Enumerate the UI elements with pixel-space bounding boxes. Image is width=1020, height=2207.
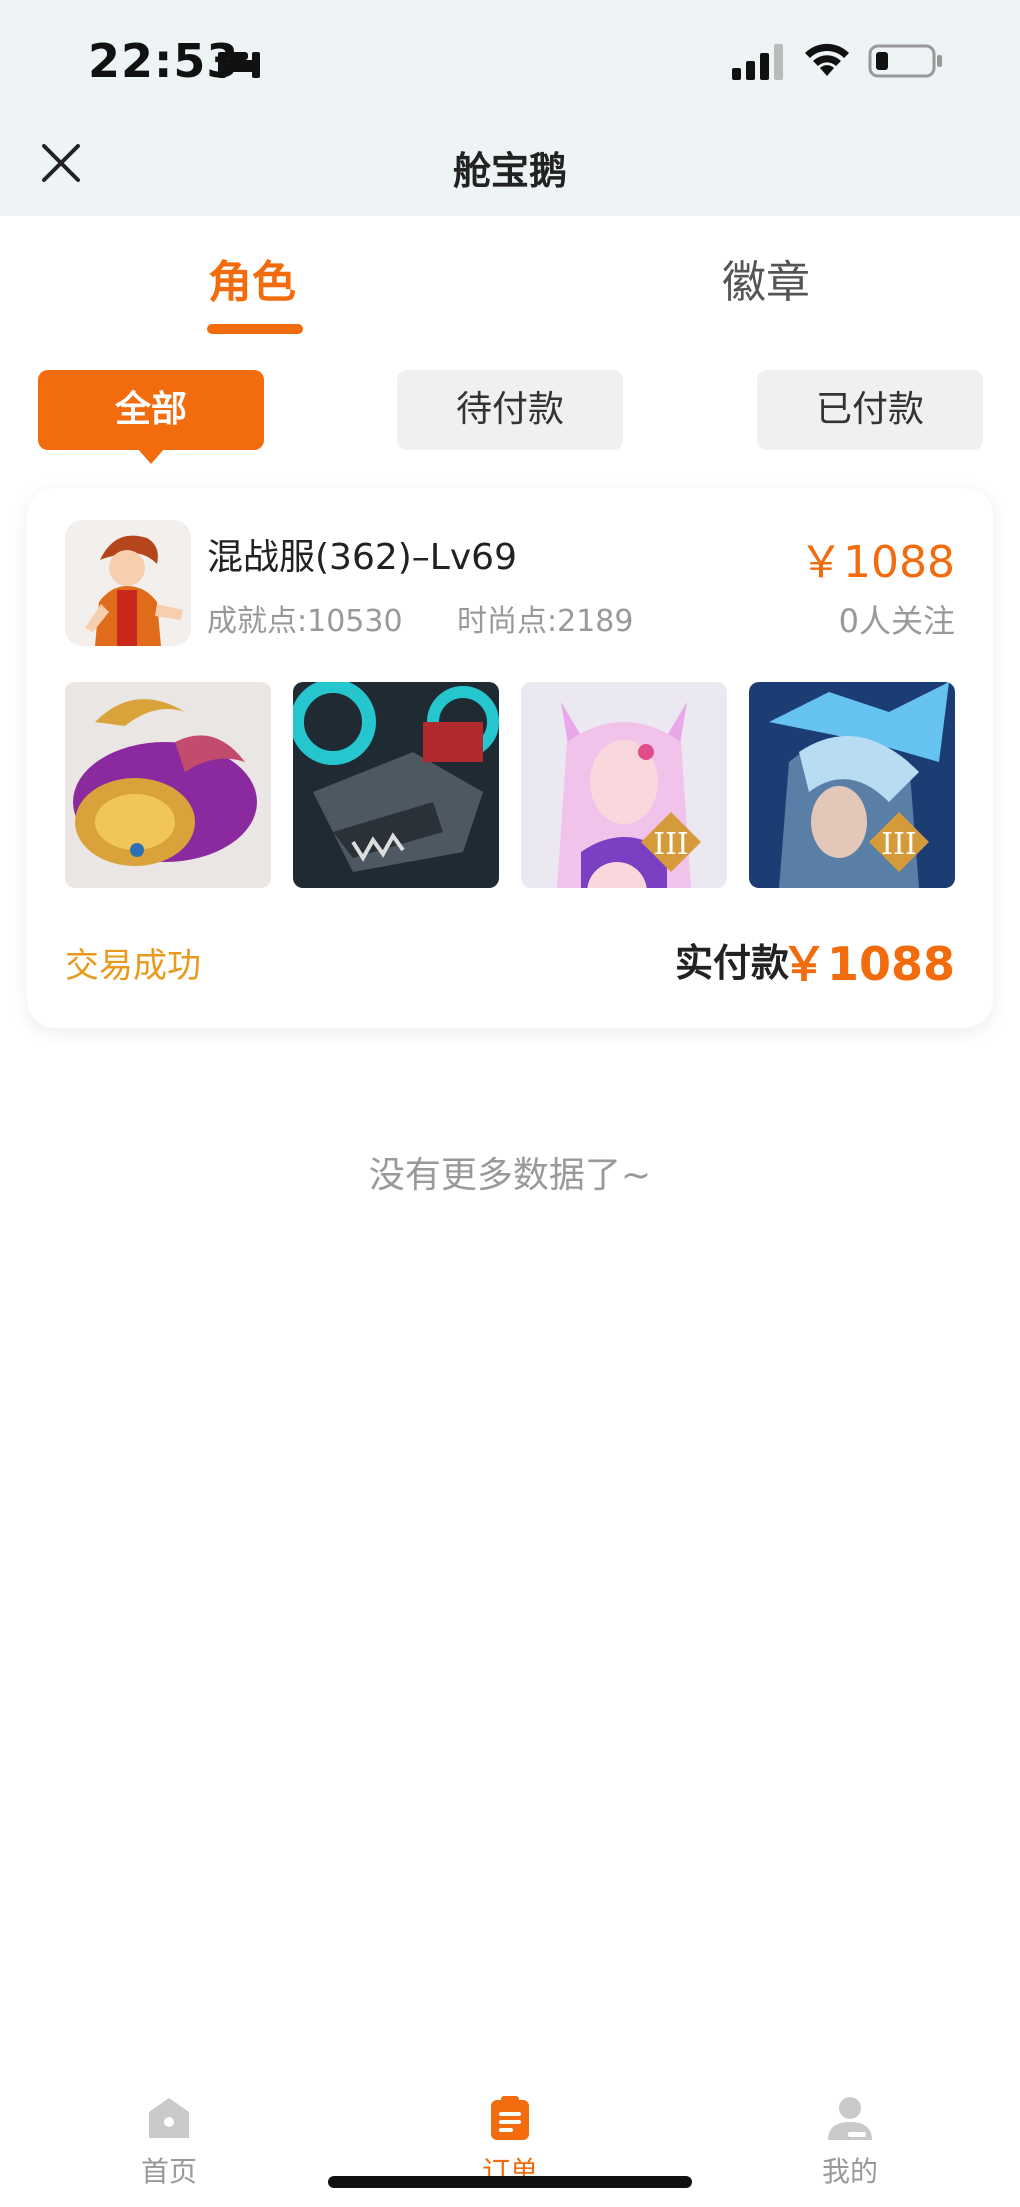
role-name: 混战服(362)–Lv69 xyxy=(207,537,517,578)
filter-paid-label: 已付款 xyxy=(815,389,924,430)
listing-price: ￥1088 xyxy=(799,537,955,588)
nav-home[interactable]: 首页 xyxy=(99,2094,239,2190)
home-indicator xyxy=(328,2176,692,2188)
home-icon xyxy=(149,2098,189,2138)
category-tabs: 角色 徽章 xyxy=(0,216,1020,346)
svg-text:III: III xyxy=(881,827,917,862)
tab-badge[interactable]: 徽章 xyxy=(722,246,810,310)
wifi-icon xyxy=(805,43,849,76)
status-filters: 全部 待付款 已付款 xyxy=(0,370,1020,470)
role-avatar xyxy=(65,520,191,646)
user-icon xyxy=(828,2097,872,2140)
pet-fish-image[interactable] xyxy=(65,682,271,888)
order-card[interactable]: 混战服(362)–Lv69 成就点:10530 时尚点:2189 ￥1088 0… xyxy=(27,488,993,1028)
svg-text:III: III xyxy=(653,827,689,862)
order-status: 交易成功 xyxy=(65,946,201,986)
ice-armor-skin-image[interactable]: III xyxy=(749,682,955,888)
active-tab-indicator xyxy=(207,324,303,334)
status-bar: 22:53 xyxy=(0,0,1020,120)
nav-mine[interactable]: 我的 xyxy=(780,2094,920,2190)
filter-unpaid-button[interactable]: 待付款 xyxy=(397,370,623,450)
clipboard-icon xyxy=(491,2096,529,2140)
top-bar: 22:53 舱宝鹅 xyxy=(0,0,1020,216)
filter-all-label: 全部 xyxy=(114,389,187,430)
signal-icon xyxy=(732,44,783,80)
list-end-message: 没有更多数据了~ xyxy=(368,1155,652,1196)
filter-paid-button[interactable]: 已付款 xyxy=(757,370,983,450)
paid-amount: ￥1088 xyxy=(780,937,955,991)
nav-home-label: 首页 xyxy=(140,2155,197,2188)
fox-girl-skin-image[interactable]: III xyxy=(521,682,727,888)
filter-all-button[interactable]: 全部 xyxy=(38,370,264,464)
follower-count: 0人关注 xyxy=(838,602,955,640)
paid-label: 实付款 xyxy=(675,941,790,985)
tab-role[interactable]: 角色 xyxy=(208,246,296,310)
mech-wolf-image[interactable] xyxy=(293,682,499,888)
active-filter-pointer xyxy=(137,448,165,464)
filter-unpaid-label: 待付款 xyxy=(455,389,564,430)
order-list-page: 22:53 舱宝鹅 角色 徽章 全部 待付款 已付款 混战服(362)–Lv69… xyxy=(0,0,1020,2207)
battery-icon xyxy=(868,44,942,78)
item-thumbnails: III III xyxy=(65,682,955,888)
bed-icon xyxy=(218,52,260,78)
page-title: 舱宝鹅 xyxy=(452,149,567,193)
fashion-points: 时尚点:2189 xyxy=(457,604,634,639)
achievement-points: 成就点:10530 xyxy=(207,604,403,639)
nav-mine-label: 我的 xyxy=(821,2155,878,2188)
